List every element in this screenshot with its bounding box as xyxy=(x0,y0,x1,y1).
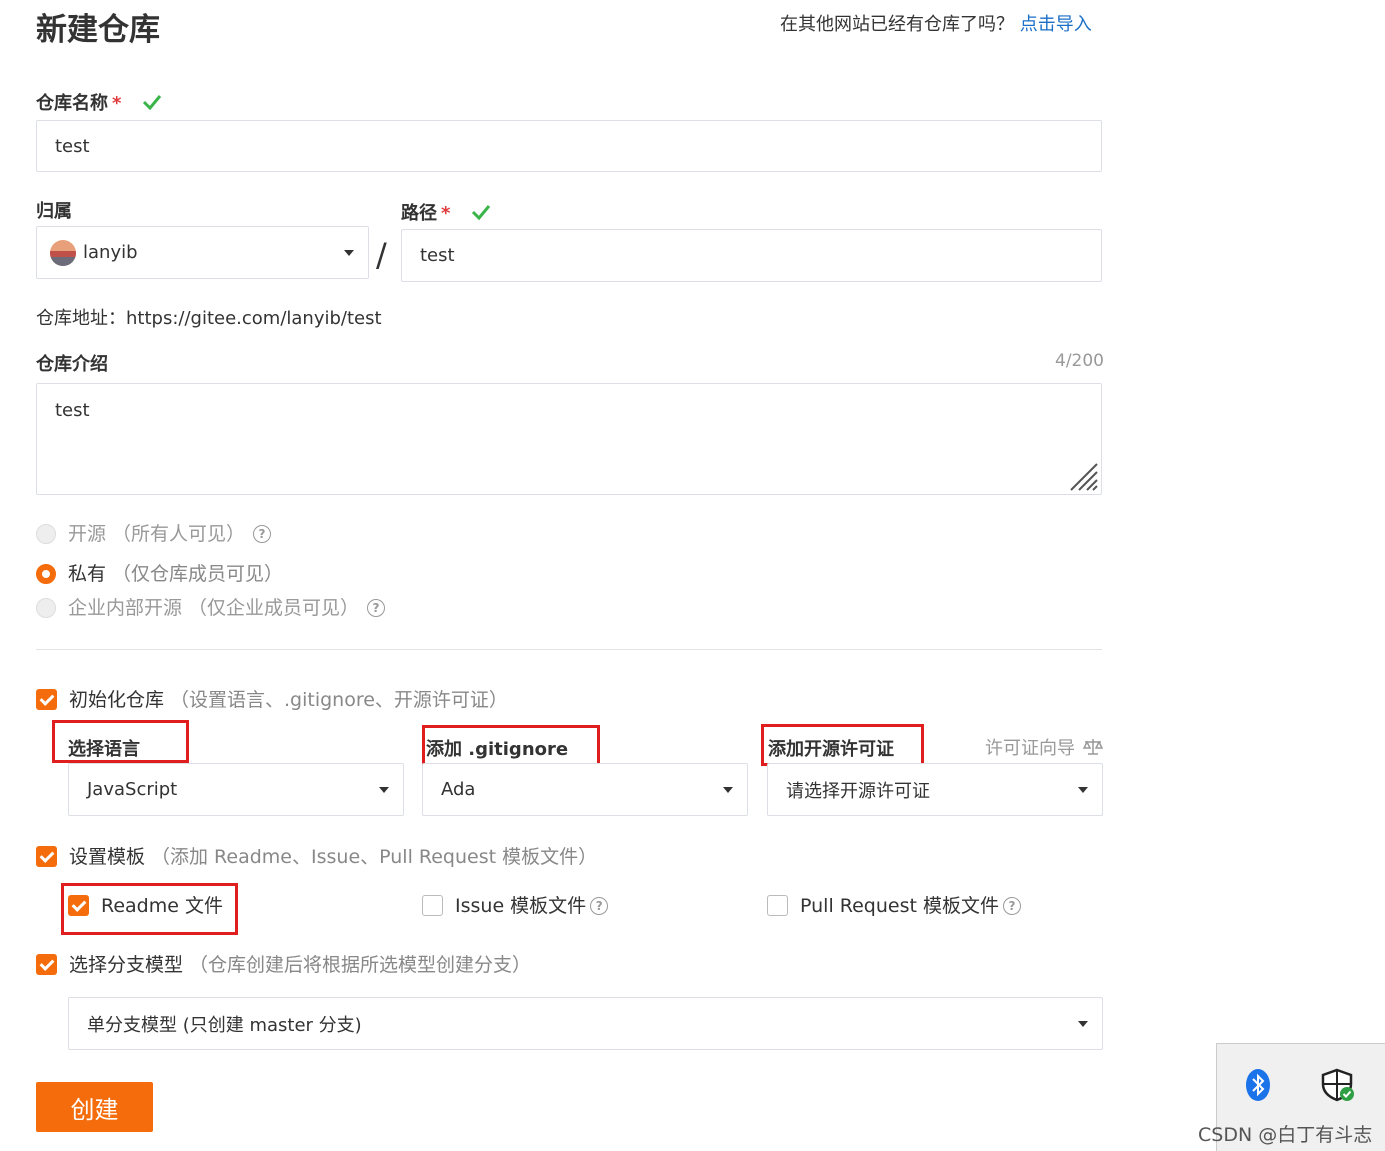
readme-checkbox[interactable]: Readme 文件 xyxy=(68,891,223,918)
repo-name-input[interactable]: test xyxy=(36,120,1102,172)
owner-label: 归属 xyxy=(36,201,72,222)
checkbox[interactable] xyxy=(36,954,57,975)
license-label: 添加开源许可证 xyxy=(768,739,894,760)
chevron-down-icon xyxy=(1078,786,1088,793)
gitignore-label: 添加 .gitignore xyxy=(426,739,569,760)
checkbox[interactable] xyxy=(422,895,443,916)
description-textarea[interactable]: test xyxy=(36,383,1102,495)
checkbox[interactable] xyxy=(68,895,89,916)
resize-handle-icon[interactable] xyxy=(1069,462,1099,492)
divider xyxy=(36,649,1102,650)
radio-button[interactable] xyxy=(36,564,56,584)
language-select[interactable]: JavaScript xyxy=(68,763,404,816)
valid-check-icon xyxy=(471,205,490,221)
init-repo-checkbox[interactable]: 初始化仓库 （设置语言、.gitignore、开源许可证） xyxy=(36,685,508,712)
branch-model-select[interactable]: 单分支模型 (只创建 master 分支) xyxy=(68,997,1103,1050)
radio-button[interactable] xyxy=(36,524,56,544)
path-label: 路径 * xyxy=(401,199,491,225)
help-icon[interactable]: ? xyxy=(367,599,386,617)
help-icon[interactable]: ? xyxy=(253,525,272,543)
import-link[interactable]: 点击导入 xyxy=(1020,14,1092,35)
visibility-option-private[interactable]: 私有 （仅仓库成员可见） xyxy=(36,559,283,586)
security-shield-icon[interactable] xyxy=(1321,1068,1355,1102)
create-button[interactable]: 创建 xyxy=(36,1082,153,1132)
owner-value: lanyib xyxy=(83,242,138,263)
description-label: 仓库介绍 xyxy=(36,354,108,375)
repo-url: 仓库地址：https://gitee.com/lanyib/test xyxy=(36,308,382,329)
branch-model-checkbox[interactable]: 选择分支模型 （仓库创建后将根据所选模型创建分支） xyxy=(36,950,531,977)
checkbox[interactable] xyxy=(767,895,788,916)
checkbox[interactable] xyxy=(36,689,57,710)
language-label: 选择语言 xyxy=(68,739,140,760)
page-title: 新建仓库 xyxy=(36,12,160,48)
avatar xyxy=(50,239,76,266)
issue-template-checkbox[interactable]: Issue 模板文件? xyxy=(422,891,609,918)
license-guide-link[interactable]: 许可证向导 xyxy=(985,734,1103,760)
radio-button[interactable] xyxy=(36,598,56,618)
valid-check-icon xyxy=(142,95,161,111)
path-input[interactable]: test xyxy=(401,229,1102,282)
chevron-down-icon xyxy=(344,249,354,256)
templates-checkbox[interactable]: 设置模板 （添加 Readme、Issue、Pull Request 模板文件） xyxy=(36,842,597,869)
scale-icon xyxy=(1082,739,1103,755)
watermark: CSDN @白丁有斗志 xyxy=(1198,1124,1373,1146)
import-hint: 在其他网站已经有仓库了吗？ 点击导入 xyxy=(780,10,1092,36)
checkbox[interactable] xyxy=(36,846,57,867)
help-icon[interactable]: ? xyxy=(1002,897,1021,915)
repo-name-label: 仓库名称 * xyxy=(36,89,162,115)
owner-select[interactable]: lanyib xyxy=(36,226,369,279)
chevron-down-icon xyxy=(723,786,733,793)
description-counter: 4/200 xyxy=(1055,351,1104,371)
visibility-option-public[interactable]: 开源 （所有人可见）? xyxy=(36,519,272,546)
pr-template-checkbox[interactable]: Pull Request 模板文件? xyxy=(767,891,1021,918)
chevron-down-icon xyxy=(1078,1020,1088,1027)
import-hint-text: 在其他网站已经有仓库了吗？ xyxy=(780,14,1014,35)
path-separator: / xyxy=(376,236,387,274)
gitignore-select[interactable]: Ada xyxy=(422,763,748,816)
chevron-down-icon xyxy=(379,786,389,793)
help-icon[interactable]: ? xyxy=(590,897,609,915)
visibility-option-enterprise[interactable]: 企业内部开源 （仅企业成员可见）? xyxy=(36,593,386,620)
license-select[interactable]: 请选择开源许可证 xyxy=(767,763,1103,816)
bluetooth-icon[interactable] xyxy=(1245,1068,1271,1102)
